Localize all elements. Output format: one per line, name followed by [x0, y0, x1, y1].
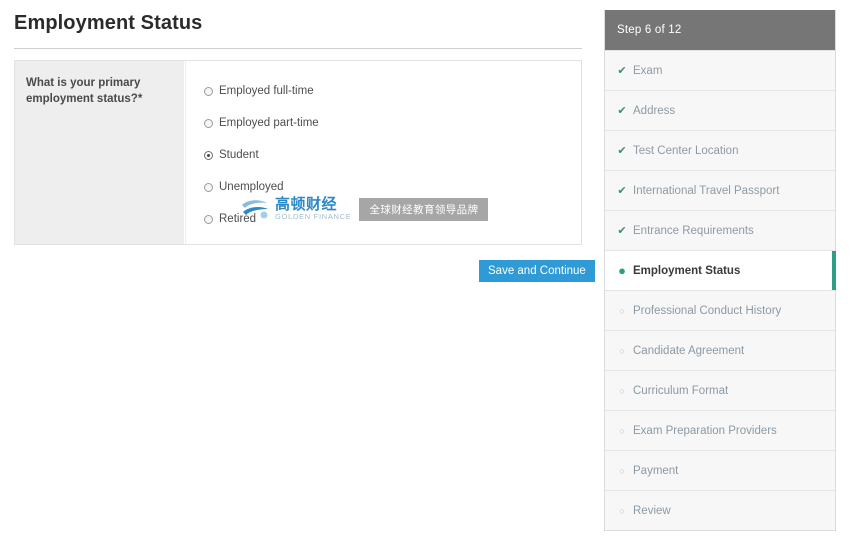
answer-options-group[interactable]: Employed full-time Employed part-time St…	[186, 61, 581, 244]
radio-option-employed-full-time[interactable]: Employed full-time	[204, 75, 581, 107]
rail-step-label: Payment	[633, 465, 678, 477]
employment-status-form: What is your primary employment status?*…	[14, 60, 582, 245]
rail-step-label: Candidate Agreement	[633, 345, 744, 357]
rail-step-review[interactable]: ○ Review	[605, 490, 835, 530]
radio-label: Employed part-time	[219, 117, 319, 129]
check-icon: ✔	[615, 64, 629, 77]
rail-step-label: Exam	[633, 65, 662, 77]
check-icon: ✔	[615, 104, 629, 117]
pending-step-circle-icon: ○	[615, 386, 629, 396]
radio-label: Retired	[219, 213, 256, 225]
rail-step-address[interactable]: ✔ Address	[605, 90, 835, 130]
rail-step-candidate-agreement[interactable]: ○ Candidate Agreement	[605, 330, 835, 370]
rail-step-label: Review	[633, 505, 671, 517]
rail-step-employment-status[interactable]: ● Employment Status	[605, 250, 835, 290]
rail-step-label: Entrance Requirements	[633, 225, 754, 237]
pending-step-circle-icon: ○	[615, 466, 629, 476]
radio-icon[interactable]	[204, 215, 213, 224]
step-counter: Step 6 of 12	[605, 10, 835, 50]
rail-step-label: International Travel Passport	[633, 185, 779, 197]
rail-step-curriculum-format[interactable]: ○ Curriculum Format	[605, 370, 835, 410]
radio-label: Unemployed	[219, 181, 284, 193]
pending-step-circle-icon: ○	[615, 426, 629, 436]
rail-step-exam-preparation-providers[interactable]: ○ Exam Preparation Providers	[605, 410, 835, 450]
title-divider	[14, 48, 582, 49]
page-title: Employment Status	[14, 12, 202, 35]
radio-label: Employed full-time	[219, 85, 314, 97]
rail-step-test-center-location[interactable]: ✔ Test Center Location	[605, 130, 835, 170]
radio-label: Student	[219, 149, 259, 161]
rail-step-label: Test Center Location	[633, 145, 738, 157]
question-label: What is your primary employment status?*	[26, 75, 172, 107]
radio-option-unemployed[interactable]: Unemployed	[204, 171, 581, 203]
rail-step-label: Curriculum Format	[633, 385, 728, 397]
radio-icon[interactable]	[204, 183, 213, 192]
rail-step-label: Employment Status	[633, 265, 740, 277]
rail-step-entrance-requirements[interactable]: ✔ Entrance Requirements	[605, 210, 835, 250]
check-icon: ✔	[615, 184, 629, 197]
radio-option-employed-part-time[interactable]: Employed part-time	[204, 107, 581, 139]
pending-step-circle-icon: ○	[615, 306, 629, 316]
rail-step-label: Professional Conduct History	[633, 305, 781, 317]
radio-option-retired[interactable]: Retired	[204, 203, 581, 235]
pending-step-circle-icon: ○	[615, 346, 629, 356]
radio-icon[interactable]	[204, 87, 213, 96]
rail-step-exam[interactable]: ✔ Exam	[605, 50, 835, 90]
rail-step-payment[interactable]: ○ Payment	[605, 450, 835, 490]
save-and-continue-button[interactable]: Save and Continue	[479, 260, 595, 282]
rail-step-professional-conduct-history[interactable]: ○ Professional Conduct History	[605, 290, 835, 330]
check-icon: ✔	[615, 224, 629, 237]
check-icon: ✔	[615, 144, 629, 157]
progress-rail: Step 6 of 12 ✔ Exam ✔ Address ✔ Test Cen…	[604, 10, 836, 531]
rail-step-label: Exam Preparation Providers	[633, 425, 777, 437]
radio-option-student[interactable]: Student	[204, 139, 581, 171]
rail-step-label: Address	[633, 105, 675, 117]
radio-icon[interactable]	[204, 119, 213, 128]
rail-step-international-travel-passport[interactable]: ✔ International Travel Passport	[605, 170, 835, 210]
question-cell: What is your primary employment status?*	[15, 61, 185, 244]
main-content: Employment Status What is your primary e…	[0, 0, 596, 536]
current-step-dot-icon: ●	[615, 263, 629, 278]
pending-step-circle-icon: ○	[615, 506, 629, 516]
radio-icon-selected[interactable]	[204, 151, 213, 160]
